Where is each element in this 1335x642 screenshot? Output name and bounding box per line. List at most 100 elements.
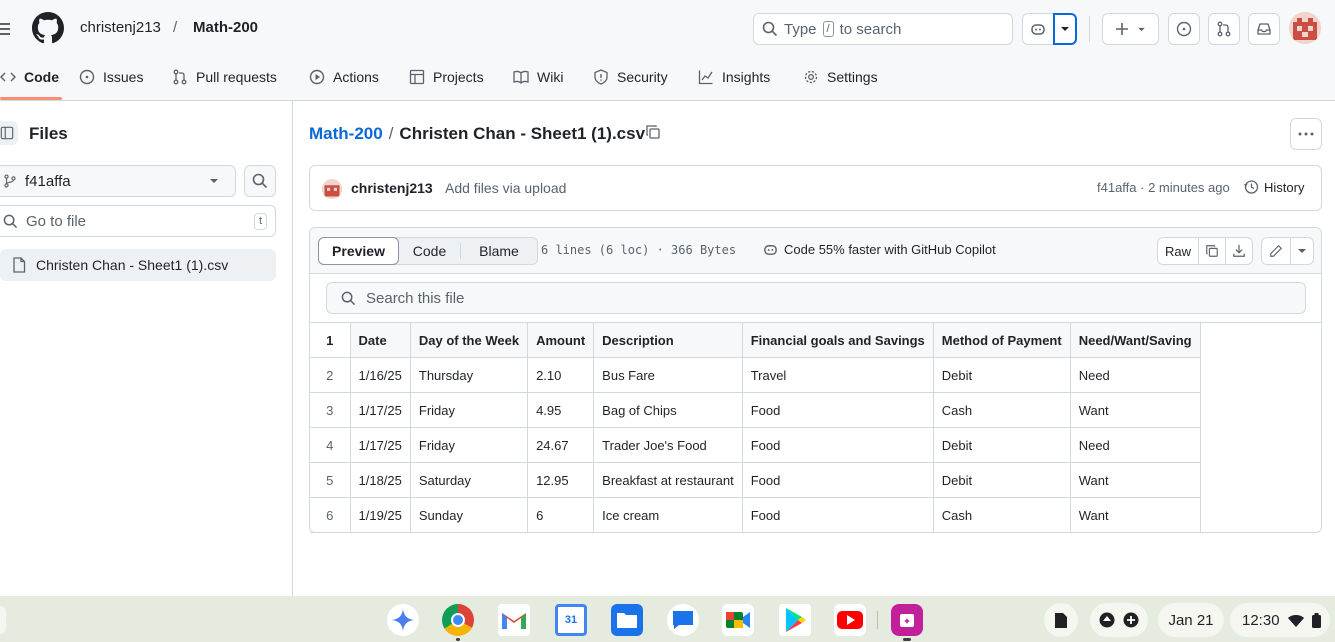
- tab-label: Wiki: [537, 69, 564, 85]
- line-number: 6: [310, 497, 351, 533]
- copilot-promo-link[interactable]: Code 55% faster with GitHub Copilot: [763, 242, 996, 257]
- table-cell: Food: [741, 497, 934, 533]
- table-cell: Bag of Chips: [593, 392, 743, 428]
- code-view-button[interactable]: Code: [399, 243, 461, 259]
- line-number: 5: [310, 462, 351, 498]
- search-this-file-input[interactable]: Search this file: [326, 282, 1306, 314]
- table-row: 6 1/19/25 Sunday 6 Ice cream Food Cash Want: [310, 497, 1201, 533]
- edit-dropdown-button[interactable]: [1290, 237, 1314, 265]
- triangle-down-icon: [209, 178, 219, 184]
- table-cell: Cash: [932, 497, 1071, 533]
- clock-time: 12:30: [1242, 611, 1280, 629]
- collapse-sidebar-button[interactable]: [0, 121, 18, 145]
- messages-app-icon[interactable]: [667, 604, 699, 636]
- inbox-button[interactable]: [1248, 13, 1280, 45]
- media-controls-button[interactable]: [1090, 603, 1148, 637]
- breadcrumb-file: Christen Chan - Sheet1 (1).csv: [399, 124, 646, 143]
- sidebar-search-button[interactable]: [244, 165, 276, 197]
- table-cell: Trader Joe's Food: [593, 427, 743, 463]
- file-tree-item[interactable]: Christen Chan - Sheet1 (1).csv: [0, 249, 276, 281]
- global-search-input[interactable]: Type / to search: [753, 13, 1013, 45]
- tab-actions[interactable]: Actions: [309, 60, 379, 94]
- table-cell: 2.10: [527, 357, 595, 393]
- menu-icon[interactable]: [0, 20, 12, 38]
- table-cell: Friday: [409, 392, 529, 428]
- branch-name: f41affa: [25, 172, 71, 190]
- status-tray-button[interactable]: 12:30: [1230, 603, 1330, 637]
- copy-path-button[interactable]: [645, 124, 663, 142]
- history-button[interactable]: History: [1243, 179, 1304, 195]
- tab-label: Code: [24, 69, 59, 85]
- code-icon: [0, 69, 16, 85]
- commit-sha-time[interactable]: f41affa · 2 minutes ago: [1097, 180, 1230, 195]
- graph-icon: [698, 69, 714, 85]
- tab-code[interactable]: Code: [0, 60, 59, 94]
- youtube-app-icon[interactable]: [834, 604, 866, 636]
- launcher-button[interactable]: [0, 606, 6, 634]
- csv-table: 1 Date Day of the Week Amount Descriptio…: [310, 322, 1201, 533]
- chrome-app-icon[interactable]: [442, 604, 474, 636]
- breadcrumb-repo-link[interactable]: Math-200: [309, 124, 383, 144]
- copilot-dropdown-button[interactable]: [1053, 13, 1077, 45]
- tab-label: Actions: [333, 69, 379, 85]
- table-cell: Cash: [932, 392, 1071, 428]
- owner-link[interactable]: christenj213: [80, 19, 161, 36]
- go-to-file-input[interactable]: Go to file t: [0, 205, 276, 237]
- file-view: Preview Code Blame 6 lines (6 loc) · 366…: [309, 227, 1322, 533]
- table-row: 2 1/16/25 Thursday 2.10 Bus Fare Travel Debit N…: [310, 357, 1201, 393]
- running-indicator: [903, 638, 911, 641]
- tab-settings[interactable]: Settings: [803, 60, 878, 94]
- table-cell: Debit: [932, 357, 1071, 393]
- table-cell: Breakfast at restaurant: [593, 462, 743, 498]
- tab-pull-requests[interactable]: Pull requests: [172, 60, 277, 94]
- search-icon: [252, 173, 268, 189]
- search-icon: [341, 291, 356, 306]
- table-cell: 1/17/25: [349, 427, 411, 463]
- tab-security[interactable]: Security: [593, 60, 668, 94]
- more-options-button[interactable]: [1290, 118, 1322, 150]
- table-row: 4 1/17/25 Friday 24.67 Trader Joe's Food Food…: [310, 427, 1201, 463]
- copilot-button[interactable]: [1022, 13, 1054, 45]
- table-cell: 1/18/25: [349, 462, 411, 498]
- calendar-app-icon[interactable]: 31: [555, 604, 587, 636]
- search-icon: [3, 214, 18, 229]
- issues-button[interactable]: [1168, 13, 1200, 45]
- copy-raw-button[interactable]: [1198, 237, 1226, 265]
- date-tray-button[interactable]: Jan 21: [1158, 603, 1224, 637]
- branch-selector[interactable]: f41affa: [0, 165, 236, 197]
- tab-wiki[interactable]: Wiki: [513, 60, 563, 94]
- github-logo-icon[interactable]: [32, 12, 64, 44]
- gmail-app-icon[interactable]: [498, 604, 530, 636]
- pull-requests-button[interactable]: [1208, 13, 1240, 45]
- tab-label: Pull requests: [196, 69, 277, 85]
- repo-link[interactable]: Math-200: [193, 19, 258, 36]
- pinned-app-icon[interactable]: [891, 604, 923, 636]
- gemini-app-icon[interactable]: [387, 604, 419, 636]
- table-icon: [409, 69, 425, 85]
- tab-insights[interactable]: Insights: [698, 60, 770, 94]
- tab-projects[interactable]: Projects: [409, 60, 484, 94]
- table-cell: Thursday: [409, 357, 529, 393]
- raw-button[interactable]: Raw: [1157, 237, 1199, 265]
- document-icon: [1054, 612, 1068, 629]
- tab-issues[interactable]: Issues: [79, 60, 143, 94]
- play-store-app-icon[interactable]: [779, 604, 811, 636]
- files-app-icon[interactable]: [611, 604, 643, 636]
- edit-button[interactable]: [1261, 237, 1291, 265]
- wifi-icon: [1287, 614, 1304, 627]
- create-new-button[interactable]: [1102, 13, 1159, 45]
- commit-message[interactable]: Add files via upload: [445, 180, 566, 196]
- preview-view-button[interactable]: Preview: [318, 237, 399, 265]
- commit-author[interactable]: christenj213: [351, 180, 433, 196]
- meet-app-icon[interactable]: [722, 604, 754, 636]
- column-header: Amount: [527, 322, 595, 358]
- copy-icon: [645, 124, 663, 140]
- arrow-up-circle-icon: [1099, 612, 1115, 628]
- file-tree-item-label: Christen Chan - Sheet1 (1).csv: [36, 257, 229, 273]
- copilot-promo-text: Code 55% faster with GitHub Copilot: [784, 242, 996, 257]
- blame-view-button[interactable]: Blame: [461, 238, 537, 264]
- download-button[interactable]: [1225, 237, 1253, 265]
- line-number: 3: [310, 392, 351, 428]
- avatar[interactable]: [1289, 12, 1321, 44]
- tote-button[interactable]: [1044, 603, 1078, 637]
